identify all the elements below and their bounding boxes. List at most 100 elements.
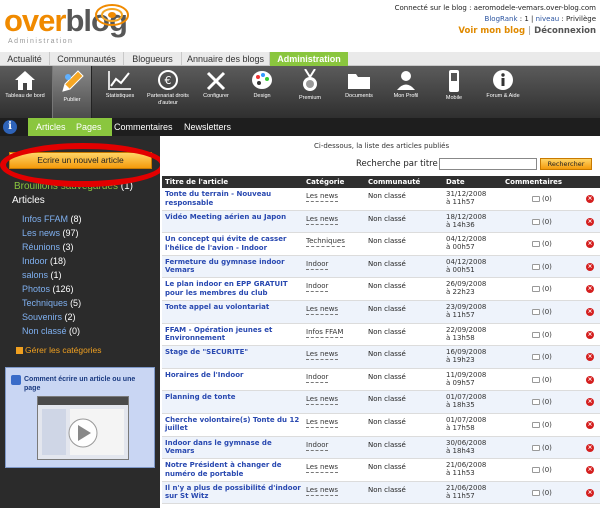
article-comments-link[interactable]: (0) <box>532 331 552 339</box>
tool-premium[interactable]: Premium <box>288 66 332 118</box>
article-title-link[interactable]: Vidéo Meeting aérien au Japon <box>165 213 303 222</box>
article-category-link[interactable]: Indoor <box>306 282 329 293</box>
subtab-articles[interactable]: Articles <box>36 118 66 136</box>
article-title-link[interactable]: Un concept qui évite de casser l'hélice … <box>165 235 303 252</box>
blogrank-link[interactable]: BlogRank <box>485 15 518 23</box>
article-title-link[interactable]: Fermeture du gymnase indoor Vemars <box>165 258 303 275</box>
help-info-icon[interactable]: i <box>3 120 17 134</box>
article-category-link[interactable]: Techniques <box>306 237 345 248</box>
category-item[interactable]: Indoor (18) <box>22 254 82 268</box>
help-video-box[interactable]: Comment écrire un article ou une page <box>5 367 155 468</box>
article-comments-link[interactable]: (0) <box>532 376 552 384</box>
col-comments[interactable]: Commentaires <box>502 176 562 188</box>
delete-icon[interactable]: × <box>586 262 594 271</box>
delete-icon[interactable]: × <box>586 375 594 384</box>
article-comments-link[interactable]: (0) <box>532 489 552 497</box>
category-item[interactable]: Les news (97) <box>22 226 82 240</box>
category-item[interactable]: Non classé (0) <box>22 324 82 338</box>
col-date[interactable]: Date <box>443 176 465 188</box>
tool-partnership[interactable]: € Partenariat droits d'auteur <box>144 66 192 118</box>
logout-link[interactable]: Déconnexion <box>534 26 596 36</box>
article-title-link[interactable]: Le plan indoor en EPP GRATUIT pour les m… <box>165 280 303 297</box>
article-category-link[interactable]: Indoor <box>306 441 329 451</box>
category-item[interactable]: Infos FFAM (8) <box>22 212 82 226</box>
article-category-link[interactable]: Les news <box>306 305 339 315</box>
delete-icon[interactable]: × <box>586 398 594 407</box>
category-item[interactable]: Techniques (5) <box>22 296 82 310</box>
help-video-title[interactable]: Comment écrire un article ou une page <box>24 375 152 393</box>
delete-icon[interactable]: × <box>586 353 594 362</box>
article-comments-link[interactable]: (0) <box>532 421 552 429</box>
subtab-newsletters[interactable]: Newsletters <box>184 118 231 136</box>
nav-tab-actualite[interactable]: Actualité <box>0 52 50 66</box>
manage-categories-link[interactable]: Gérer les catégories <box>16 345 102 355</box>
article-title-link[interactable]: Planning de tonte <box>165 393 303 402</box>
tool-design[interactable]: Design <box>240 66 284 118</box>
article-title-link[interactable]: Cherche volontaire(s) Tonte du 12 juille… <box>165 416 303 433</box>
delete-icon[interactable]: × <box>586 443 594 452</box>
delete-icon[interactable]: × <box>586 240 594 249</box>
article-title-link[interactable]: Horaires de l'Indoor <box>165 371 303 380</box>
article-category-link[interactable]: Les news <box>306 486 339 496</box>
article-title-link[interactable]: FFAM - Opération jeunes et Environnement <box>165 326 303 343</box>
article-category-link[interactable]: Les news <box>306 418 339 428</box>
category-item[interactable]: Réunions (3) <box>22 240 82 254</box>
article-comments-link[interactable]: (0) <box>532 240 552 248</box>
nav-tab-blogueurs[interactable]: Blogueurs <box>124 52 182 66</box>
article-comments-link[interactable]: (0) <box>532 398 552 406</box>
delete-icon[interactable]: × <box>586 217 594 226</box>
article-comments-link[interactable]: (0) <box>532 466 552 474</box>
article-title-link[interactable]: Il n'y a plus de possibilité d'indoor su… <box>165 484 303 501</box>
article-title-link[interactable]: Tonte appel au volontariat <box>165 303 303 312</box>
article-comments-link[interactable]: (0) <box>532 444 552 452</box>
col-category[interactable]: Catégorie <box>303 176 344 188</box>
category-item[interactable]: Photos (126) <box>22 282 82 296</box>
tool-mobile[interactable]: Mobile <box>432 66 476 118</box>
col-title[interactable]: Titre de l'article <box>162 176 228 188</box>
nav-tab-administration[interactable]: Administration <box>270 52 348 66</box>
tool-forum-help[interactable]: Forum & Aide <box>480 66 526 118</box>
delete-icon[interactable]: × <box>586 488 594 497</box>
article-category-link[interactable]: Indoor <box>306 373 329 383</box>
tool-publish[interactable]: Publier <box>52 66 92 118</box>
level-link[interactable]: niveau <box>536 15 560 23</box>
delete-icon[interactable]: × <box>586 420 594 429</box>
article-title-link[interactable]: Notre Président à changer de numéro de p… <box>165 461 303 478</box>
article-title-link[interactable]: Indoor dans le gymnase de Vemars <box>165 439 303 456</box>
article-category-link[interactable]: Indoor <box>306 260 329 270</box>
article-category-link[interactable]: Infos FFAM <box>306 328 344 338</box>
delete-icon[interactable]: × <box>586 330 594 339</box>
article-comments-link[interactable]: (0) <box>532 308 552 316</box>
article-title-link[interactable]: Tonte du terrain - Nouveau responsable <box>165 190 303 207</box>
tool-configure[interactable]: Configurer <box>194 66 238 118</box>
article-category-link[interactable]: Les news <box>306 192 339 202</box>
tool-dashboard[interactable]: Tableau de bord <box>2 66 48 118</box>
article-comments-link[interactable]: (0) <box>532 195 552 203</box>
article-category-link[interactable]: Les news <box>306 215 339 225</box>
my-blog-link[interactable]: Voir mon blog <box>458 26 525 36</box>
search-input[interactable] <box>439 158 537 170</box>
delete-icon[interactable]: × <box>586 195 594 203</box>
article-comments-link[interactable]: (0) <box>532 263 552 271</box>
nav-tab-communautes[interactable]: Communautés <box>50 52 124 66</box>
article-comments-link[interactable]: (0) <box>532 218 552 226</box>
nav-tab-annuaire[interactable]: Annuaire des blogs <box>182 52 270 66</box>
video-thumbnail[interactable] <box>37 396 129 460</box>
tool-statistics[interactable]: Statistiques <box>98 66 142 118</box>
tool-profile[interactable]: Mon Profil <box>384 66 428 118</box>
article-comments-link[interactable]: (0) <box>532 285 552 293</box>
search-button[interactable]: Rechercher <box>540 158 592 170</box>
delete-icon[interactable]: × <box>586 466 594 475</box>
tool-documents[interactable]: Documents <box>336 66 382 118</box>
subtab-comments[interactable]: Commentaires <box>114 118 173 136</box>
article-category-link[interactable]: Les news <box>306 350 339 361</box>
subtab-pages[interactable]: Pages <box>76 118 102 136</box>
article-category-link[interactable]: Les news <box>306 395 339 406</box>
delete-icon[interactable]: × <box>586 307 594 316</box>
col-community[interactable]: Communauté <box>365 176 420 188</box>
article-comments-link[interactable]: (0) <box>532 353 552 361</box>
article-title-link[interactable]: Stage de "SECURITE" <box>165 348 303 357</box>
category-item[interactable]: Souvenirs (2) <box>22 310 82 324</box>
delete-icon[interactable]: × <box>586 285 594 294</box>
article-category-link[interactable]: Les news <box>306 463 339 474</box>
